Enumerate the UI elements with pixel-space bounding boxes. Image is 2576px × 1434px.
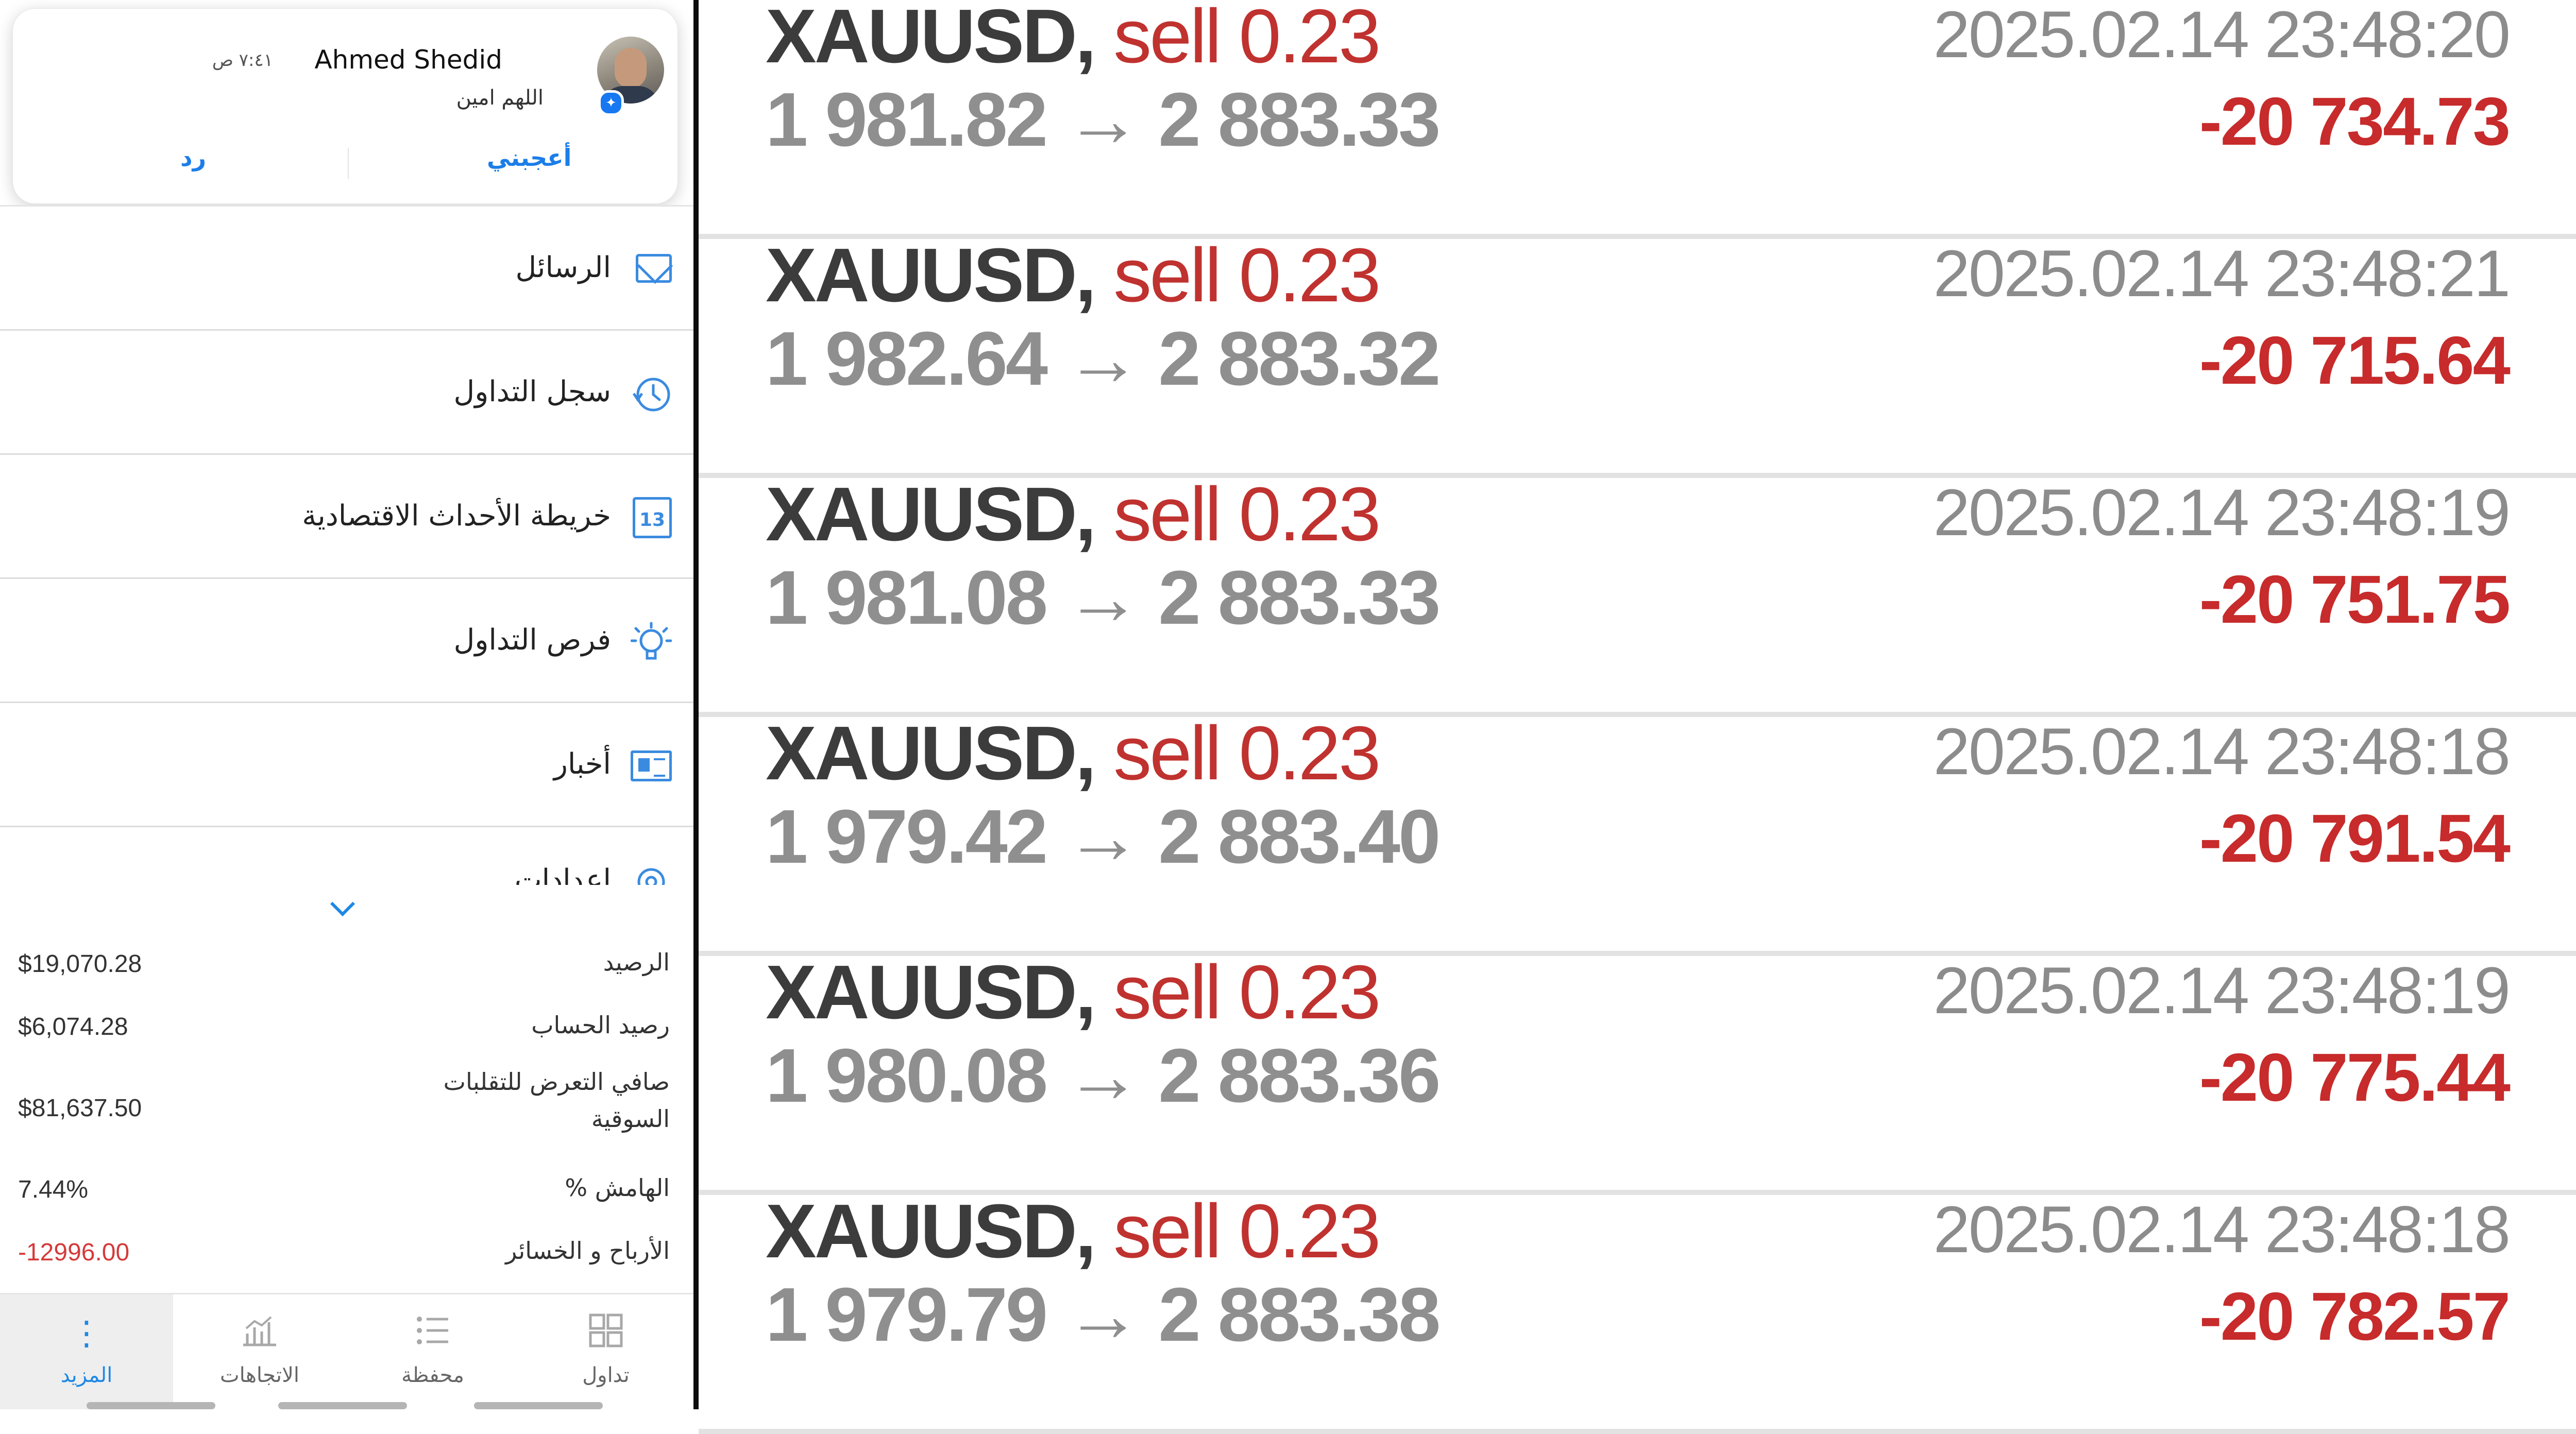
trade-row[interactable]: XAUUSD, sell 0.23 1 982.64 → 2 883.32 20… [699, 233, 2576, 478]
scroll-indicator [87, 1402, 215, 1409]
trade-date: 2025.02.14 23:48:19 [1933, 476, 2511, 550]
mobile-app-panel: ✦ Ahmed Shedid ٧:٤١ ص اللهم امين أعجبني … [0, 0, 693, 1409]
menu-item-settings[interactable]: إعدادات [0, 819, 693, 885]
trade-type: sell 0.23 [1113, 711, 1381, 796]
menu-item-label: إعدادات [514, 863, 611, 885]
trade-row[interactable]: XAUUSD, sell 0.23 1 981.08 → 2 883.33 20… [699, 472, 2576, 717]
tab-label: الاتجاهات [219, 1363, 299, 1387]
menu-item-label: الرسائل [515, 251, 612, 284]
trade-row[interactable]: XAUUSD, sell 0.23 1 979.79 → 2 883.38 20… [699, 1189, 2576, 1434]
trade-type: sell 0.23 [1113, 233, 1381, 318]
panel-divider [693, 0, 699, 1409]
menu-item-label: فرص التداول [453, 623, 611, 657]
lightbulb-icon [630, 621, 672, 660]
trade-type: sell 0.23 [1113, 472, 1381, 557]
tab-trends[interactable]: الاتجاهات [173, 1294, 346, 1409]
balance-value: $19,070.28 [18, 950, 142, 978]
notification-message: اللهم امين [456, 86, 544, 110]
pnl-value: -12996.00 [18, 1239, 130, 1266]
pnl-label: الأرباح و الخسائر [505, 1237, 670, 1265]
like-button[interactable]: أعجبني [487, 144, 571, 172]
trade-type: sell 0.23 [1113, 950, 1381, 1035]
scroll-indicator [278, 1402, 407, 1409]
trade-profit: -20 775.44 [2199, 1039, 2511, 1115]
notification-time: ٧:٤١ ص [212, 50, 273, 71]
trends-icon [173, 1313, 346, 1359]
tab-label: تداول [582, 1363, 630, 1387]
mail-icon [636, 254, 672, 283]
trade-date: 2025.02.14 23:48:20 [1933, 0, 2511, 72]
trade-symbol: XAUUSD, [766, 0, 1096, 79]
trade-price: 1 979.79 → 2 883.38 [766, 1272, 1440, 1357]
trade-symbol: XAUUSD, [766, 950, 1096, 1035]
trade-price: 1 982.64 → 2 883.32 [766, 316, 1440, 401]
trade-symbol: XAUUSD, [766, 711, 1096, 796]
trade-icon [519, 1313, 692, 1359]
trade-date: 2025.02.14 23:48:18 [1933, 1193, 2511, 1267]
history-icon [631, 373, 672, 412]
tab-trade[interactable]: تداول [519, 1294, 692, 1409]
portfolio-icon [346, 1313, 519, 1359]
exposure-label: صافي التعرض للتقلبات السوقية [443, 1068, 670, 1133]
notification-sender: Ahmed Shedid [314, 45, 502, 75]
menu-item-label: سجل التداول [453, 375, 611, 408]
news-icon [631, 750, 672, 781]
trade-history-list: XAUUSD, sell 0.23 1 981.82 → 2 883.33 20… [699, 0, 2576, 1434]
gear-icon [631, 861, 672, 885]
trade-symbol: XAUUSD, [766, 1189, 1096, 1274]
menu-item-trade-history[interactable]: سجل التداول [0, 331, 693, 455]
more-icon: ⋮ [70, 1314, 103, 1353]
menu-item-label: أخبار [553, 747, 611, 781]
exposure-value: $81,637.50 [18, 1095, 142, 1122]
trade-profit: -20 782.57 [2199, 1278, 2511, 1354]
trade-row[interactable]: XAUUSD, sell 0.23 1 979.42 → 2 883.40 20… [699, 711, 2576, 956]
trade-type: sell 0.23 [1113, 1189, 1381, 1274]
tab-portfolio[interactable]: محفظة [346, 1294, 519, 1409]
trade-profit: -20 734.73 [2199, 83, 2511, 159]
equity-value: $6,074.28 [18, 1013, 128, 1040]
bottom-tab-bar: ⋮ المزيد الاتجاهات محفظة تداول [0, 1293, 693, 1409]
trade-profit: -20 791.54 [2199, 800, 2511, 876]
menu-item-economic-calendar[interactable]: 13 خريطة الأحداث الاقتصادية [0, 455, 693, 579]
menu-item-trading-opportunities[interactable]: فرص التداول [0, 579, 693, 703]
chevron-down-icon[interactable] [330, 891, 355, 917]
tab-label: المزيد [60, 1363, 113, 1387]
trade-price: 1 981.82 → 2 883.33 [766, 77, 1440, 162]
trade-price: 1 981.08 → 2 883.33 [766, 555, 1440, 640]
balance-label: الرصيد [603, 948, 670, 976]
divider [348, 148, 349, 179]
trade-date: 2025.02.14 23:48:18 [1933, 715, 2511, 789]
margin-value: 7.44% [18, 1176, 89, 1203]
trade-symbol: XAUUSD, [766, 472, 1096, 557]
messenger-icon: ✦ [598, 90, 624, 116]
scroll-indicator [474, 1402, 603, 1409]
menu-item-news[interactable]: أخبار [0, 703, 693, 827]
calendar-icon: 13 [633, 497, 672, 538]
equity-label: رصيد الحساب [531, 1011, 670, 1039]
tab-label: محفظة [401, 1363, 464, 1387]
trade-row[interactable]: XAUUSD, sell 0.23 1 981.82 → 2 883.33 20… [699, 0, 2576, 239]
trade-date: 2025.02.14 23:48:21 [1933, 237, 2511, 311]
trade-date: 2025.02.14 23:48:19 [1933, 954, 2511, 1028]
trade-type: sell 0.23 [1113, 0, 1381, 79]
menu-item-messages[interactable]: الرسائل [0, 205, 693, 331]
divider [699, 1429, 2576, 1434]
trade-profit: -20 715.64 [2199, 322, 2511, 398]
trade-row[interactable]: XAUUSD, sell 0.23 1 980.08 → 2 883.36 20… [699, 950, 2576, 1195]
trade-symbol: XAUUSD, [766, 233, 1096, 318]
more-menu: الرسائل سجل التداول 13 خريطة الأحداث الا… [0, 205, 693, 827]
menu-item-label: خريطة الأحداث الاقتصادية [302, 499, 611, 533]
reply-button[interactable]: رد [180, 144, 206, 172]
margin-label: الهامش % [565, 1174, 670, 1202]
trade-price: 1 979.42 → 2 883.40 [766, 794, 1440, 879]
messenger-notification[interactable]: ✦ Ahmed Shedid ٧:٤١ ص اللهم امين أعجبني … [12, 8, 678, 204]
trade-profit: -20 751.75 [2199, 561, 2511, 637]
trade-price: 1 980.08 → 2 883.36 [766, 1033, 1440, 1118]
tab-more[interactable]: ⋮ المزيد [0, 1294, 173, 1409]
